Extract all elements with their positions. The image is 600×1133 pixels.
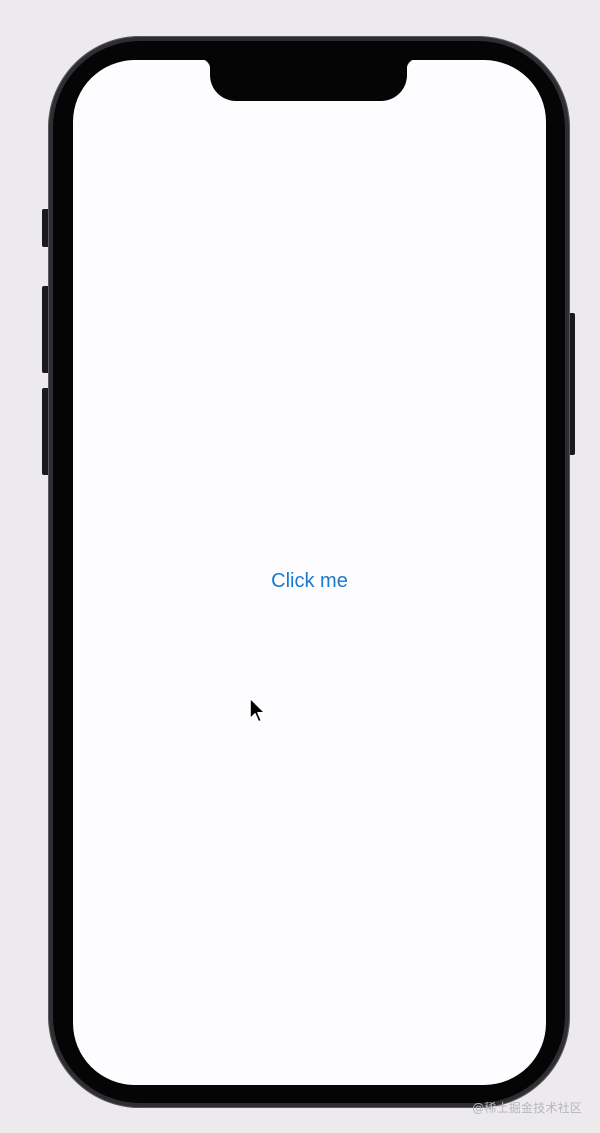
click-me-button[interactable]: Click me [250, 566, 370, 596]
watermark-text: @稀土掘金技术社区 [472, 1101, 582, 1115]
simulator-stage: Click me @稀土掘金技术社区 [0, 0, 600, 1133]
notch [199, 60, 418, 101]
arrow-cursor-icon [249, 697, 266, 723]
phone-screen: Click me [73, 60, 546, 1085]
